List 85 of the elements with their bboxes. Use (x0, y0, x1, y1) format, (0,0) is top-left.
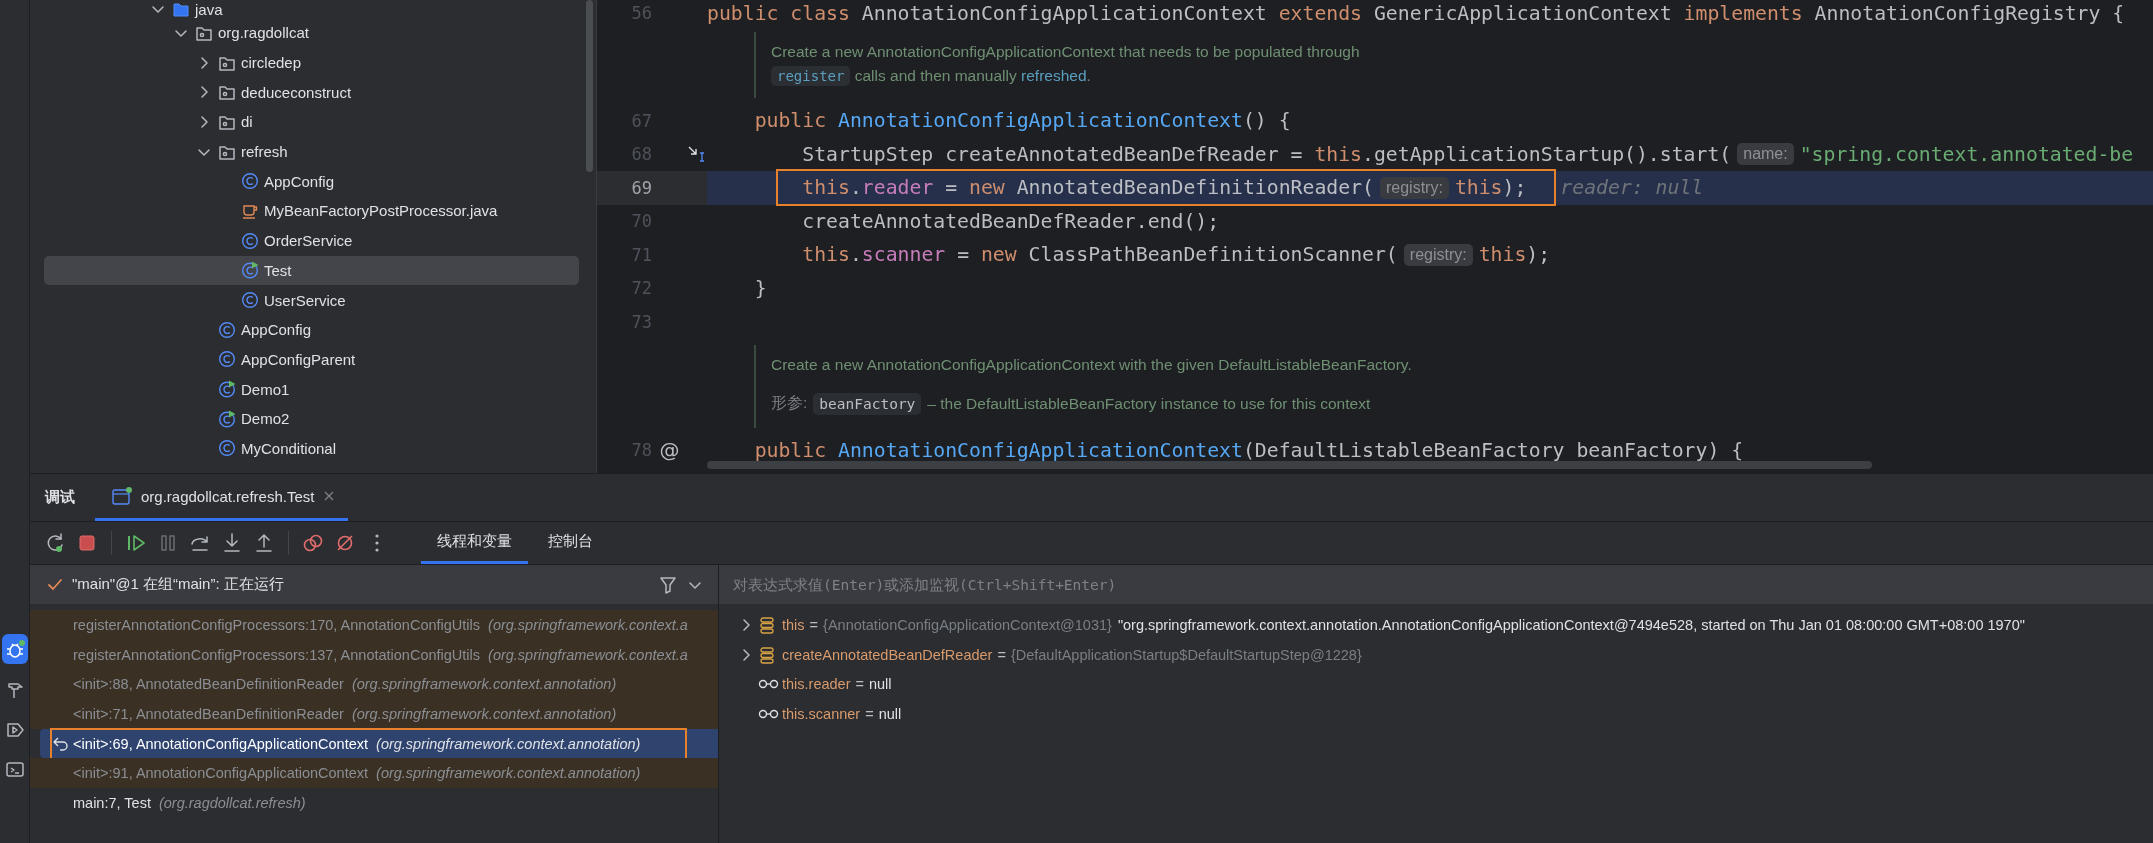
bug-icon (4, 639, 25, 659)
cursor-arrow-icon[interactable] (687, 144, 707, 165)
scrollbar-thumb[interactable] (707, 461, 1872, 469)
tree-item[interactable]: OrderService (44, 225, 579, 256)
line-number: 70 (630, 211, 652, 232)
variable-row[interactable]: this.scanner = null (719, 699, 2153, 729)
class-icon (218, 439, 236, 458)
doc-comment: Create a new AnnotationConfigApplicationContext that needs to be populated through register calls and then manually refreshed. (771, 42, 1361, 88)
stack-frame[interactable]: <init>:88, AnnotatedBeanDefinitionReader (org.springframework.context.annotation) (30, 669, 718, 700)
stack-frame[interactable]: <init>:69, AnnotationConfigApplicationContext (org.springframework.context.annotation) (40, 728, 718, 759)
panel-title: 调试 (45, 488, 75, 507)
field-icon (758, 615, 776, 634)
code-text: this); (1478, 243, 1551, 267)
code-text: this.reader = new AnnotatedBeanDefinitionReader( (802, 176, 1374, 200)
tree-item[interactable]: circledep (44, 47, 579, 78)
gutter-mark[interactable]: @ (652, 438, 687, 463)
session-tab[interactable]: org.ragdollcat.refresh.Test (95, 474, 349, 521)
tree-item[interactable]: refresh (44, 136, 579, 167)
code-text: public class AnnotationConfigApplicationContext extends GenericApplicationContext implements AnnotationConfigRegistry { (707, 1, 2125, 25)
runnable-class-icon (218, 380, 236, 399)
terminal-icon (4, 759, 25, 779)
line-number: 73 (630, 311, 652, 332)
tree-item[interactable]: AppConfig (44, 166, 579, 197)
tree-item[interactable]: deduceconstruct (44, 77, 579, 108)
line-number: 56 (630, 3, 652, 23)
filter-icon[interactable] (658, 574, 678, 595)
runnable-class-icon (218, 409, 236, 428)
inlay-hint: registry: (1379, 176, 1449, 199)
inlay-hint: name: (1737, 143, 1794, 166)
tool-window-button[interactable] (1, 634, 28, 664)
code-text: this.scanner = new ClassPathBeanDefinitionScanner( (802, 243, 1398, 267)
code-text: } (754, 276, 767, 300)
tree-item[interactable]: di (44, 107, 579, 137)
param-label: 形参: (771, 393, 808, 413)
window-icon (111, 486, 133, 506)
package-folder-icon (218, 83, 236, 102)
variable-row[interactable]: this.reader = null (719, 669, 2153, 700)
class-icon (218, 320, 236, 339)
tree-item[interactable]: java (44, 0, 579, 18)
stack-frame[interactable]: main:7, Test (org.ragdollcat.refresh) (30, 788, 718, 818)
doc-comment: Create a new AnnotationConfigApplicationContext with the given DefaultListableBeanFactory. (771, 354, 1412, 375)
thread-label: "main"@1 在组“main”: 正在运行 (72, 575, 285, 594)
class-icon (241, 291, 259, 310)
tree-item[interactable]: Demo2 (44, 403, 579, 434)
inlay-hint: registry: (1403, 243, 1473, 266)
tree-item[interactable]: AppConfig (44, 314, 579, 345)
runnable-class-icon (241, 261, 259, 280)
param-name: beanFactory (813, 392, 922, 415)
inline-value: reader: null (1560, 176, 1704, 200)
tree-item[interactable]: MyBeanFactoryPostProcessor.java (44, 196, 579, 226)
code-text: StartupStep createAnnotatedBeanDefReader = this.getApplicationStartup().start( (802, 142, 1732, 166)
code-link[interactable]: register (771, 66, 851, 86)
tree-item[interactable]: MyConditional (44, 433, 579, 464)
view-tab[interactable]: 控制台 (532, 522, 609, 564)
variable-row[interactable]: this = {AnnotationConfigApplicationContext@1031} "org.springframework.context.annotation.AnnotationConfigApplicationContext@7494e528, started on Thu Jan 01 08:00:00 GMT+08:00 1970" (719, 610, 2153, 640)
field-icon (758, 645, 776, 664)
expression-field[interactable]: 对表达式求值(Enter)或添加监视(Ctrl+Shift+Enter) (719, 565, 2153, 604)
tree-item[interactable]: AppConfigParent (44, 344, 579, 375)
doc-link[interactable]: refreshed (1021, 67, 1087, 84)
code-text: this); (1454, 176, 1527, 200)
tree-item[interactable]: Demo1 (44, 374, 579, 404)
code-text: "spring.context.annotated-be (1799, 142, 2134, 166)
stack-frame[interactable]: <init>:91, AnnotationConfigApplicationContext (org.springframework.context.annotation) (30, 758, 718, 789)
line-number: 78 (630, 440, 652, 461)
folder-icon (172, 0, 190, 18)
code-text: public AnnotationConfigApplicationContext() { (754, 109, 1291, 133)
class-icon (218, 350, 236, 369)
code-text: createAnnotatedBeanDefReader.end(); (802, 209, 1220, 233)
line-number: 72 (630, 278, 652, 299)
tree-item[interactable]: UserService (44, 285, 579, 315)
doc-text: – the DefaultListableBeanFactory instance to use for this context (927, 394, 1371, 413)
code-text: public AnnotationConfigApplicationContext(DefaultListableBeanFactory beanFactory) { (754, 438, 1744, 462)
class-icon (241, 231, 259, 250)
tree-item[interactable]: org.ragdollcat (44, 18, 579, 48)
line-number: 71 (630, 244, 652, 265)
stack-frame[interactable]: registerAnnotationConfigProcessors:170, AnnotationConfigUtils (org.springframework.context.a (30, 610, 718, 640)
tree-item[interactable]: Test (44, 255, 579, 286)
variable-row[interactable]: createAnnotatedBeanDefReader = {DefaultApplicationStartup$DefaultStartupStep@1228} (719, 639, 2153, 670)
class-icon (241, 172, 259, 191)
scrollbar-thumb[interactable] (586, 0, 593, 172)
stack-frame[interactable]: <init>:71, AnnotatedBeanDefinitionReader (org.springframework.context.annotation) (30, 699, 718, 729)
line-number: 67 (630, 110, 652, 131)
line-number: 69 (630, 177, 652, 198)
line-number: 68 (630, 144, 652, 165)
stack-frame[interactable]: registerAnnotationConfigProcessors:137, AnnotationConfigUtils (org.springframework.context.a (30, 639, 718, 670)
